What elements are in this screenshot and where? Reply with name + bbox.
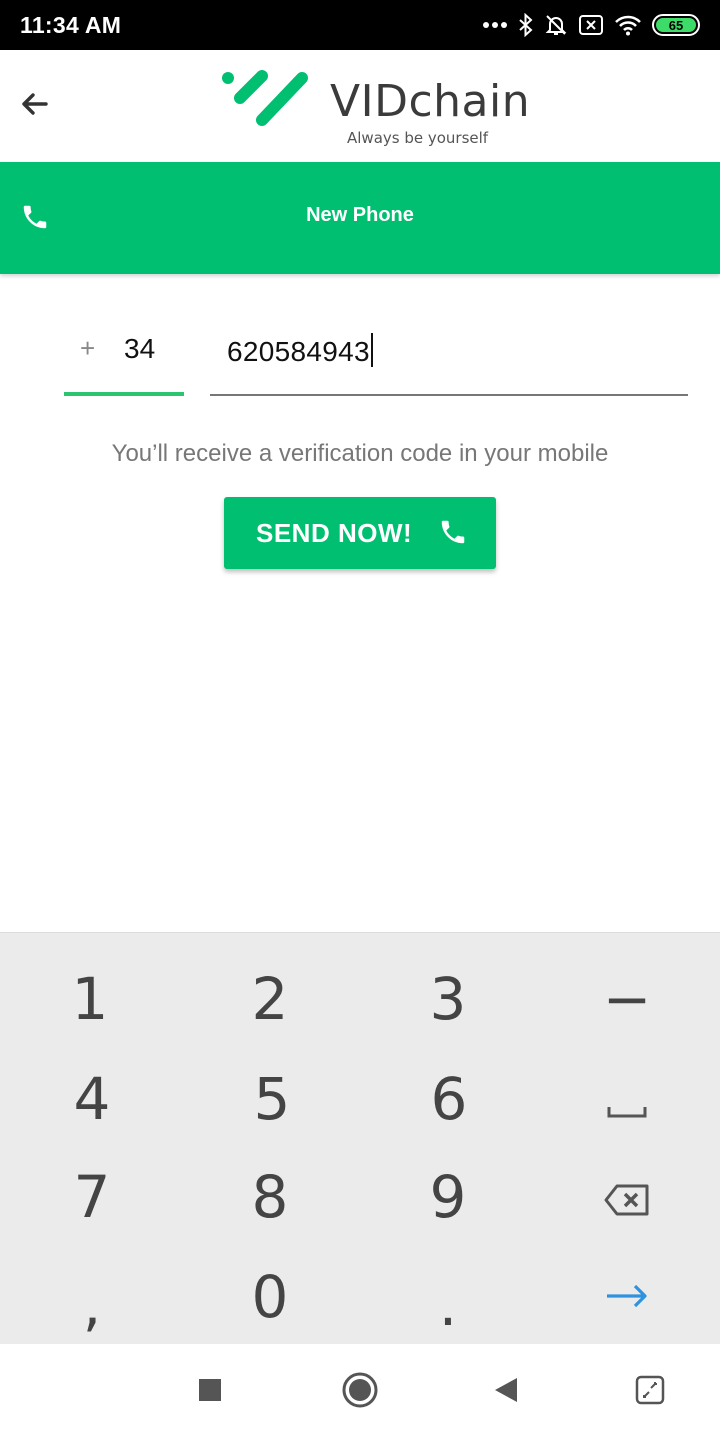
notifications-off-icon xyxy=(544,13,568,37)
recents-button[interactable] xyxy=(186,1368,234,1416)
vidchain-logo: VIDchain Always be yourself xyxy=(218,68,530,150)
back-nav-button[interactable] xyxy=(482,1368,530,1416)
logo-tagline: Always be yourself xyxy=(347,129,489,147)
more-dots-icon xyxy=(482,21,508,29)
key-5[interactable]: 5 xyxy=(182,1049,362,1149)
battery-icon: 65 xyxy=(652,14,700,36)
phone-number-text: 620584943 xyxy=(227,336,370,367)
numeric-keyboard: 1 2 3 − 4 5 6 7 8 9 , 0 . xyxy=(0,932,720,1344)
back-button[interactable] xyxy=(14,86,54,126)
wifi-icon xyxy=(614,14,642,36)
key-backspace[interactable] xyxy=(537,1147,717,1247)
screen-rotate-icon xyxy=(635,1375,665,1410)
send-now-button[interactable]: SEND NOW! xyxy=(224,497,496,569)
plus-sign: + xyxy=(80,333,96,363)
key-3[interactable]: 3 xyxy=(358,949,538,1049)
toolbar: New Phone xyxy=(0,162,720,274)
key-9[interactable]: 9 xyxy=(358,1147,538,1247)
key-comma[interactable]: , xyxy=(2,1255,182,1355)
key-2[interactable]: 2 xyxy=(180,949,360,1049)
key-8[interactable]: 8 xyxy=(180,1147,360,1247)
bluetooth-icon xyxy=(518,13,534,37)
navigation-bar xyxy=(0,1344,720,1440)
sim-off-icon xyxy=(578,14,604,36)
key-0[interactable]: 0 xyxy=(180,1247,360,1347)
app-header: VIDchain Always be yourself xyxy=(0,50,720,162)
country-code-field[interactable]: + 34 xyxy=(64,320,184,396)
space-icon xyxy=(607,1065,647,1133)
back-triangle-icon xyxy=(493,1376,519,1409)
status-bar: 11:34 AM 65 xyxy=(0,0,720,50)
page-title: New Phone xyxy=(306,204,414,226)
status-icons: 65 xyxy=(482,10,700,40)
home-circle-icon xyxy=(341,1371,379,1414)
country-code-value: 34 xyxy=(124,333,156,364)
phone-icon xyxy=(438,517,468,552)
send-now-label: SEND NOW! xyxy=(256,518,413,548)
phone-number-value: 620584943 xyxy=(227,333,373,368)
key-next[interactable] xyxy=(537,1239,717,1339)
backspace-icon xyxy=(603,1163,651,1231)
status-time: 11:34 AM xyxy=(20,12,122,38)
screen-rotate-button[interactable] xyxy=(626,1368,674,1416)
key-6[interactable]: 6 xyxy=(359,1049,539,1149)
arrow-left-icon xyxy=(20,92,48,121)
key-minus[interactable]: − xyxy=(537,949,717,1049)
key-7[interactable]: 7 xyxy=(2,1147,182,1247)
battery-level: 65 xyxy=(656,18,696,33)
key-space[interactable] xyxy=(537,1049,717,1149)
key-4[interactable]: 4 xyxy=(2,1049,182,1149)
verification-hint: You’ll receive a verification code in yo… xyxy=(111,440,609,467)
home-button[interactable] xyxy=(336,1368,384,1416)
logo-text: VIDchain xyxy=(330,76,531,127)
recents-square-icon xyxy=(198,1378,222,1407)
text-caret xyxy=(370,333,373,367)
arrow-right-icon xyxy=(605,1255,649,1323)
key-period[interactable]: . xyxy=(358,1255,538,1355)
key-1[interactable]: 1 xyxy=(0,949,180,1049)
phone-number-field[interactable]: 620584943 xyxy=(210,320,688,396)
vidchain-logo-mark xyxy=(222,70,308,126)
